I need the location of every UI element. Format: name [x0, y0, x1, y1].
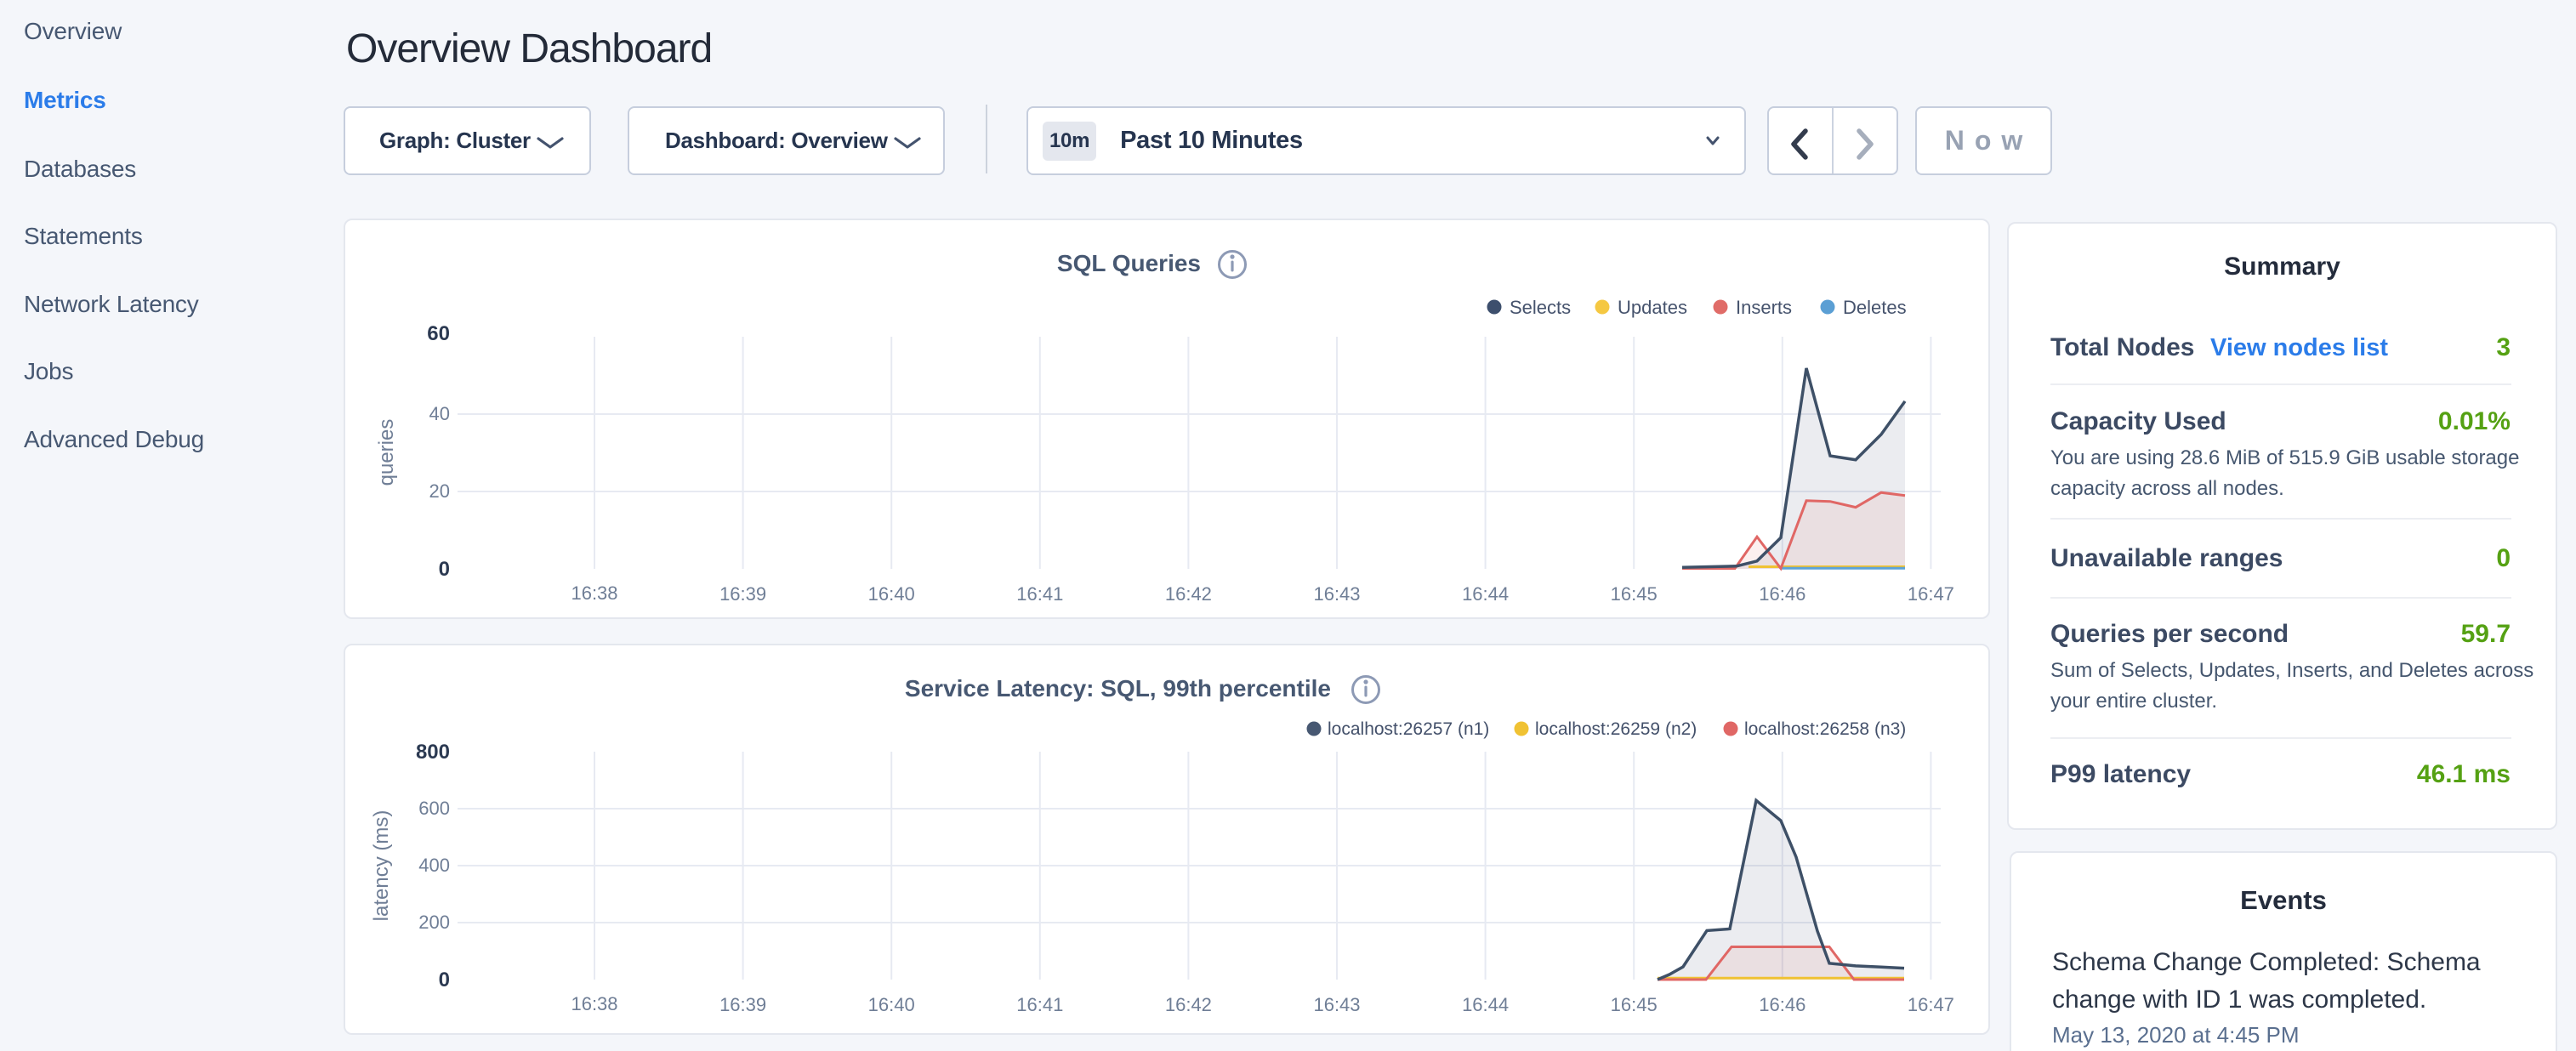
svg-text:20: 20 [429, 480, 450, 502]
svg-text:400: 400 [418, 855, 450, 876]
svg-text:600: 600 [418, 798, 450, 819]
svg-text:40: 40 [429, 403, 450, 424]
svg-text:localhost:26257 (n1): localhost:26257 (n1) [1328, 719, 1489, 739]
svg-text:60: 60 [427, 322, 450, 345]
svg-text:16:47: 16:47 [1908, 994, 1954, 1015]
svg-text:16:39: 16:39 [719, 994, 766, 1015]
svg-text:16:38: 16:38 [571, 582, 617, 604]
svg-text:latency (ms): latency (ms) [370, 810, 393, 922]
svg-text:16:46: 16:46 [1759, 994, 1805, 1015]
svg-text:queries: queries [375, 419, 398, 486]
svg-text:16:40: 16:40 [868, 583, 915, 605]
svg-text:Deletes: Deletes [1843, 297, 1907, 318]
svg-text:16:42: 16:42 [1165, 994, 1212, 1015]
svg-text:SQL Queries: SQL Queries [1057, 250, 1201, 276]
svg-text:16:43: 16:43 [1313, 994, 1360, 1015]
svg-text:16:43: 16:43 [1313, 583, 1360, 605]
svg-text:16:44: 16:44 [1462, 583, 1509, 605]
svg-text:16:46: 16:46 [1759, 583, 1805, 605]
svg-text:16:41: 16:41 [1016, 994, 1063, 1015]
svg-text:localhost:26259 (n2): localhost:26259 (n2) [1535, 719, 1697, 739]
svg-text:200: 200 [418, 912, 450, 933]
svg-text:16:39: 16:39 [719, 583, 766, 605]
svg-text:16:47: 16:47 [1908, 583, 1954, 605]
svg-text:16:42: 16:42 [1165, 583, 1212, 605]
svg-text:16:45: 16:45 [1611, 583, 1658, 605]
svg-text:16:40: 16:40 [868, 994, 915, 1015]
svg-text:Updates: Updates [1618, 297, 1687, 318]
svg-text:16:45: 16:45 [1611, 994, 1658, 1015]
svg-text:0: 0 [439, 558, 450, 581]
svg-text:16:38: 16:38 [571, 993, 617, 1014]
svg-text:16:41: 16:41 [1016, 583, 1063, 605]
svg-text:16:44: 16:44 [1462, 994, 1509, 1015]
svg-text:Inserts: Inserts [1736, 297, 1792, 318]
svg-text:800: 800 [416, 741, 450, 764]
svg-text:Service Latency: SQL, 99th per: Service Latency: SQL, 99th percentile [905, 675, 1331, 702]
svg-text:0: 0 [439, 969, 450, 991]
svg-text:localhost:26258 (n3): localhost:26258 (n3) [1744, 719, 1906, 739]
svg-text:Selects: Selects [1510, 297, 1571, 318]
